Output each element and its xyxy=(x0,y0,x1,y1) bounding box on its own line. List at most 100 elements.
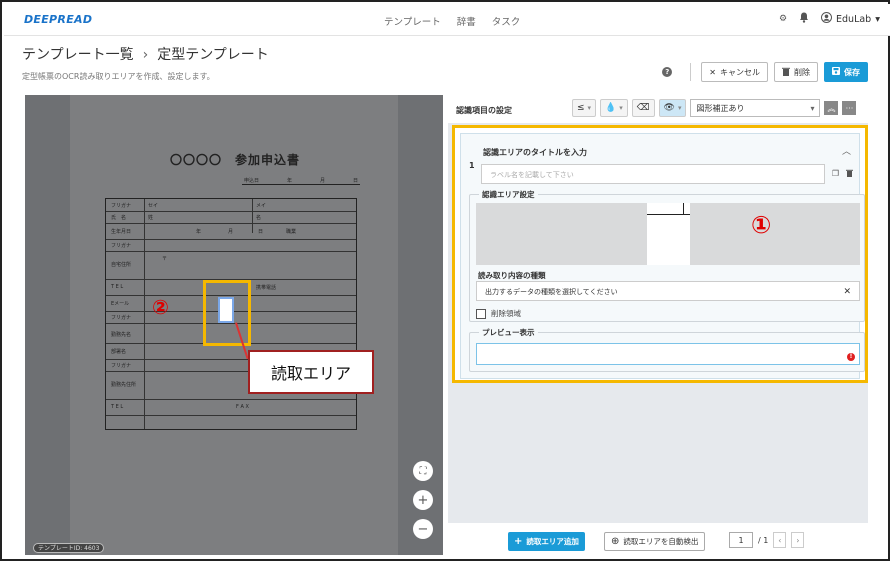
next-page-button[interactable]: › xyxy=(791,532,805,548)
marker-2: ② xyxy=(152,295,169,319)
fit-screen-button[interactable]: ⛶ xyxy=(413,461,433,481)
zoom-controls: ⛶ + − xyxy=(413,461,433,539)
top-nav: DEEPREAD テンプレート 辞書 タスク ⚙ EduLab ▾ xyxy=(4,4,890,36)
eraser-tool[interactable]: ⌫ xyxy=(631,99,655,117)
page-subtitle: 定型帳票のOCR読み取りエリアを作成、設定します。 xyxy=(22,72,215,81)
form-divider xyxy=(252,199,253,233)
trash-icon[interactable] xyxy=(846,169,853,179)
zoom-in-button[interactable]: + xyxy=(413,490,433,510)
breadcrumb-separator: › xyxy=(142,47,149,63)
breadcrumb-parent[interactable]: テンプレート一覧 xyxy=(22,47,134,63)
top-right-tools: ⚙ EduLab ▾ xyxy=(779,12,880,26)
caret-down-icon: ▾ xyxy=(619,104,623,112)
form-inline-text: 職業 xyxy=(286,229,297,235)
user-menu[interactable]: EduLab ▾ xyxy=(821,12,880,26)
delete-button[interactable]: 削除 xyxy=(774,62,818,82)
correction-value: 図形補正あり xyxy=(696,103,745,113)
form-label: フリガナ xyxy=(111,243,132,249)
app-logo[interactable]: DEEPREAD xyxy=(24,13,92,26)
form-label: 勤務先住所 xyxy=(111,382,137,388)
save-button[interactable]: 保存 xyxy=(824,62,868,82)
read-area-callout: 読取エリア xyxy=(248,350,374,394)
more-button[interactable]: ··· xyxy=(842,101,857,115)
document-viewer[interactable]: 〇〇〇〇 参加申込書 申込日 年 月 日 フリガナ 氏 名 生年月日 フリガナ … xyxy=(25,95,443,555)
cancel-label: キャンセル xyxy=(720,67,760,77)
chevron-right-icon: › xyxy=(796,535,800,545)
delete-area-checkbox[interactable] xyxy=(476,308,486,319)
read-kind-placeholder: 出力するデータの種類を選択してください xyxy=(485,288,618,296)
preview-output[interactable]: ! xyxy=(476,343,860,365)
form-inline-text: 携帯電話 xyxy=(256,285,277,291)
collapse-all-button[interactable]: ︽ xyxy=(824,101,839,115)
add-read-area-button[interactable]: + 読取エリア追加 xyxy=(508,532,585,551)
form-label: 生年月日 xyxy=(111,229,132,235)
date-line: 申込日 年 月 日 xyxy=(242,177,360,185)
read-kind-select[interactable]: 出力するデータの種類を選択してください ✕ xyxy=(476,281,860,301)
form-label: Eメール xyxy=(111,301,130,307)
add-read-area-label: 読取エリア追加 xyxy=(526,537,579,546)
double-chevron-up-icon: ︽ xyxy=(827,103,836,113)
page-title: 定型テンプレート xyxy=(157,47,269,63)
save-label: 保存 xyxy=(844,67,860,77)
clear-icon[interactable]: ✕ xyxy=(843,287,851,297)
form-label: T E L xyxy=(111,284,124,290)
user-name: EduLab xyxy=(836,13,872,25)
recognition-area-card: 1 認識エリアのタイトルを入力 ︿ ラベル名を記載して下さい ❐ 認識エリア設定 xyxy=(452,125,868,383)
auto-detect-button[interactable]: ⊕ 読取エリアを自動検出 xyxy=(604,532,706,551)
form-inline-text: 年 xyxy=(196,229,202,235)
panel-toolbar: ≤ ▾ 💧 ▾ ⌫ 👁 ▾ 図形補正あり ▾ ︽ ··· xyxy=(572,99,857,117)
chevron-left-icon: ‹ xyxy=(778,535,782,545)
droplet-icon: 💧 xyxy=(605,103,617,113)
crosshair-icon: ⊕ xyxy=(611,536,620,547)
gear-icon[interactable]: ⚙ xyxy=(779,14,787,24)
pager: 1 / 1 ‹ › xyxy=(729,532,805,548)
visibility-tool[interactable]: 👁 ▾ xyxy=(658,99,687,117)
eraser-icon: ⌫ xyxy=(636,103,650,113)
form-label: フリガナ xyxy=(111,363,132,369)
filter-tool[interactable]: ≤ ▾ xyxy=(572,99,597,117)
trash-icon xyxy=(782,67,790,78)
cancel-button[interactable]: ✕ キャンセル xyxy=(701,62,768,82)
form-inline-text: 名 xyxy=(256,215,262,221)
page-input[interactable]: 1 xyxy=(729,532,753,548)
form-row-line xyxy=(106,415,356,416)
settings-panel: 認識項目の設定 ≤ ▾ 💧 ▾ ⌫ 👁 ▾ 図形補正あり ▾ ︽ ··· 1 認識エリア… xyxy=(448,95,868,555)
form-inline-text: メイ xyxy=(256,203,267,209)
copy-icon[interactable]: ❐ xyxy=(832,169,839,179)
form-row-line xyxy=(106,251,356,252)
caret-down-icon: ▾ xyxy=(587,104,592,112)
nav-dictionary[interactable]: 辞書 xyxy=(457,14,476,28)
chevron-up-icon[interactable]: ︿ xyxy=(842,144,851,157)
section-title: 認識項目の設定 xyxy=(456,106,512,115)
prev-page-button[interactable]: ‹ xyxy=(773,532,787,548)
form-divider xyxy=(144,199,145,429)
zoom-out-button[interactable]: − xyxy=(413,519,433,539)
bell-icon[interactable] xyxy=(799,12,809,26)
form-row-line xyxy=(106,223,356,224)
form-label: 勤務先名 xyxy=(111,332,132,338)
caret-down-icon: ▾ xyxy=(677,104,682,112)
help-icon[interactable]: ? xyxy=(662,67,673,77)
area-title[interactable]: 認識エリアのタイトルを入力 xyxy=(483,147,587,158)
marker-1: ① xyxy=(751,211,772,239)
form-label: 氏 名 xyxy=(111,215,127,221)
date-label: 申込日 xyxy=(244,178,260,184)
delete-area-label: 削除領域 xyxy=(491,309,521,318)
label-input[interactable]: ラベル名を記載して下さい xyxy=(481,164,825,184)
auto-detect-label: 読取エリアを自動検出 xyxy=(623,537,699,546)
plus-icon: + xyxy=(417,492,429,508)
chevron-down-icon: ▾ xyxy=(810,103,815,113)
color-tool[interactable]: 💧 ▾ xyxy=(600,99,628,117)
area-settings-legend: 認識エリア設定 xyxy=(479,189,538,200)
year-label: 年 xyxy=(286,178,292,184)
delete-label: 削除 xyxy=(794,67,810,77)
form-label: フリガナ xyxy=(111,315,132,321)
nav-tasks[interactable]: タスク xyxy=(492,14,521,28)
eye-icon: 👁 xyxy=(663,103,675,113)
correction-select[interactable]: 図形補正あり ▾ xyxy=(690,99,821,117)
read-area-selection[interactable] xyxy=(218,297,234,323)
nav-templates[interactable]: テンプレート xyxy=(384,14,441,28)
document-title: 〇〇〇〇 参加申込書 xyxy=(170,153,301,167)
form-row-line xyxy=(106,239,356,240)
month-label: 月 xyxy=(319,178,325,184)
